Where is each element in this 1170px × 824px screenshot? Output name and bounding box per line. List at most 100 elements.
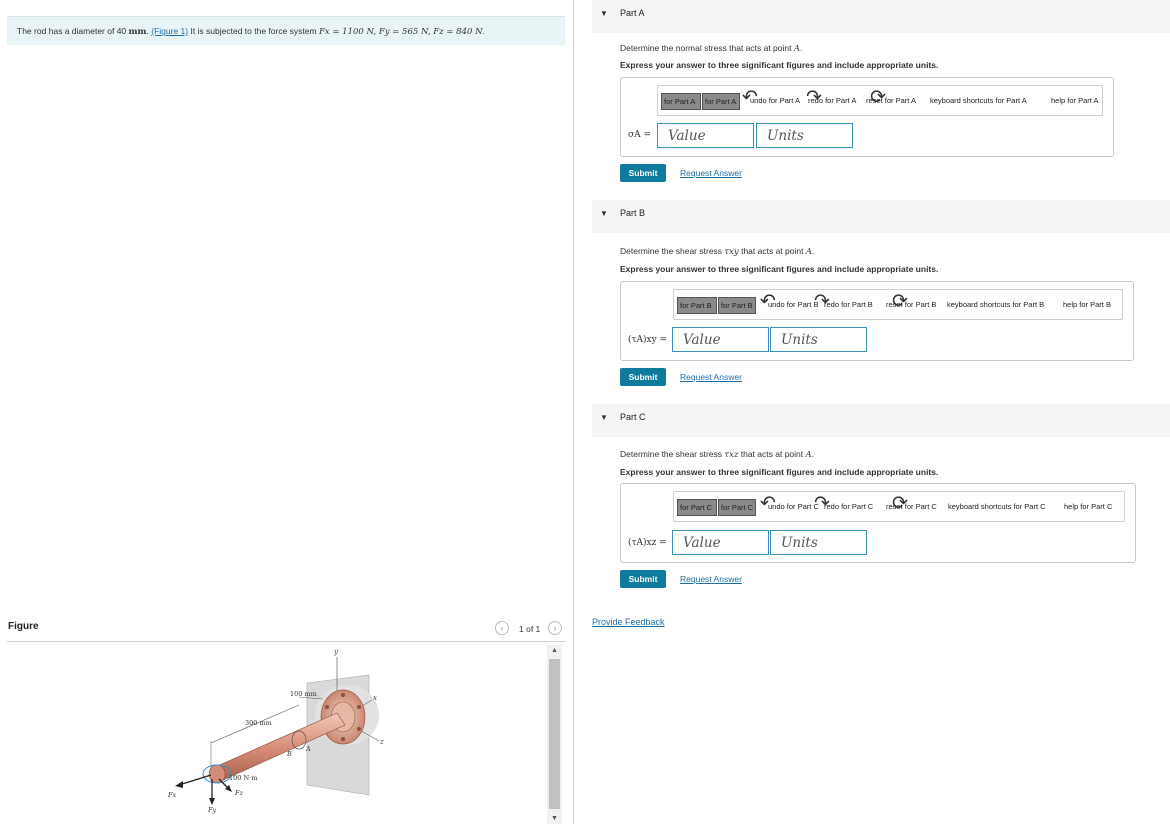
problem-text-1: The rod has a diameter of 40 <box>17 26 129 36</box>
help-button[interactable]: help for Part A <box>1051 96 1099 105</box>
part-b-toolbar: for Part B for Part B ↶ undo for Part B … <box>673 289 1123 320</box>
redo-button[interactable]: redo for Part A <box>808 96 856 105</box>
units-input[interactable] <box>770 530 867 555</box>
problem-text-end: . <box>482 26 485 36</box>
request-answer-link[interactable]: Request Answer <box>680 372 742 382</box>
part-c-answer-box: for Part C for Part C ↶ undo for Part C … <box>620 483 1136 563</box>
keyboard-shortcuts-button[interactable]: keyboard shortcuts for Part C <box>948 502 1046 511</box>
part-a-answer-box: for Part A for Part A ↶ undo for Part A … <box>620 77 1114 157</box>
figure-title: Figure <box>8 621 39 632</box>
next-figure-button[interactable]: › <box>548 621 562 635</box>
caret-down-icon: ▼ <box>600 9 608 18</box>
y-axis-label: y <box>333 648 339 656</box>
part-c-title: Part C <box>620 412 646 422</box>
figure-page-count: 1 of 1 <box>519 624 541 634</box>
force-values: Fx = 1100 N, Fy = 565 N, Fz = 840 N <box>318 27 483 37</box>
templates-button[interactable]: for Part A <box>661 93 701 110</box>
bolt <box>357 705 361 709</box>
part-c-question: Determine the shear stress τxz that acts… <box>620 449 814 460</box>
request-answer-link[interactable]: Request Answer <box>680 574 742 584</box>
value-input[interactable] <box>657 123 754 148</box>
chevron-right-icon: › <box>553 623 557 633</box>
submit-button[interactable]: Submit <box>620 164 666 182</box>
submit-button[interactable]: Submit <box>620 570 666 588</box>
part-a-toolbar: for Part A for Part A ↶ undo for Part A … <box>657 85 1103 116</box>
question-text: Determine the shear stress <box>620 246 725 256</box>
part-c-instruction: Express your answer to three significant… <box>620 467 939 477</box>
symbols-button[interactable]: for Part C <box>718 499 756 516</box>
reset-button[interactable]: reset for Part A <box>866 96 916 105</box>
part-a-instruction: Express your answer to three significant… <box>620 60 939 70</box>
redo-button[interactable]: redo for Part B <box>824 300 873 309</box>
scroll-down-icon[interactable]: ▼ <box>551 815 558 822</box>
answer-pane: ▼ Part A Determine the normal stress tha… <box>574 0 1170 824</box>
question-text: Determine the normal stress that acts at… <box>620 43 794 53</box>
problem-statement: The rod has a diameter of 40 mm. (Figure… <box>7 16 565 45</box>
force-fy-arrowhead <box>209 798 215 805</box>
figure-image: y x z 100 mm 300 mm 100 N·m A B Fx Fy Fz <box>7 645 545 824</box>
units-input[interactable] <box>770 327 867 352</box>
scroll-up-icon[interactable]: ▲ <box>551 647 558 654</box>
keyboard-shortcuts-button[interactable]: keyboard shortcuts for Part A <box>930 96 1027 105</box>
keyboard-shortcuts-button[interactable]: keyboard shortcuts for Part B <box>947 300 1044 309</box>
units-input[interactable] <box>756 123 853 148</box>
value-input[interactable] <box>672 327 769 352</box>
part-b-answer-box: for Part B for Part B ↶ undo for Part B … <box>620 281 1134 361</box>
question-end: . <box>811 246 815 256</box>
part-b-header[interactable]: ▼ Part B <box>592 200 1170 233</box>
request-answer-link[interactable]: Request Answer <box>680 168 742 178</box>
problem-text-2: It is subjected to the force system <box>188 26 319 36</box>
redo-button[interactable]: redo for Part C <box>824 502 873 511</box>
problem-pane: The rod has a diameter of 40 mm. (Figure… <box>0 0 572 824</box>
undo-button[interactable]: undo for Part A <box>750 96 800 105</box>
dimension-100-label: 100 mm <box>290 690 317 698</box>
reset-button[interactable]: reset for Part B <box>886 300 936 309</box>
force-fx-label: Fx <box>167 791 177 799</box>
provide-feedback-link[interactable]: Provide Feedback <box>592 617 665 627</box>
moment-label: 100 N·m <box>229 774 257 782</box>
part-c-header[interactable]: ▼ Part C <box>592 404 1170 437</box>
figure-scrollbar[interactable]: ▲ ▼ <box>547 645 562 824</box>
dimension-300-label: 300 mm <box>245 719 272 727</box>
point-b-label: B <box>286 750 292 758</box>
question-symbol: τxy <box>724 247 739 257</box>
undo-button[interactable]: undo for Part B <box>768 300 818 309</box>
z-axis-label: z <box>379 738 384 746</box>
templates-button[interactable]: for Part C <box>677 499 717 516</box>
submit-button[interactable]: Submit <box>620 368 666 386</box>
bolt <box>325 705 329 709</box>
symbols-button[interactable]: for Part A <box>702 93 740 110</box>
part-b-instruction: Express your answer to three significant… <box>620 264 939 274</box>
part-a-question: Determine the normal stress that acts at… <box>620 43 802 54</box>
bolt <box>341 737 345 741</box>
tau-xz-label: (τA)xz = <box>628 538 667 548</box>
diameter-unit: mm <box>128 27 147 37</box>
caret-down-icon: ▼ <box>600 209 608 218</box>
help-button[interactable]: help for Part C <box>1064 502 1112 511</box>
question-symbol: τxz <box>724 450 739 460</box>
part-b-title: Part B <box>620 208 646 218</box>
part-b-question: Determine the shear stress τxy that acts… <box>620 246 814 257</box>
reset-button[interactable]: reset for Part C <box>886 502 937 511</box>
rod-diagram: y x z 100 mm 300 mm 100 N·m A B Fx Fy Fz <box>167 648 384 814</box>
tau-xy-label: (τA)xy = <box>628 335 668 345</box>
question-text: Determine the shear stress <box>620 449 725 459</box>
question-text-mid: that acts at point <box>738 246 806 256</box>
bolt <box>341 693 345 697</box>
value-input[interactable] <box>672 530 769 555</box>
force-fz-label: Fz <box>234 789 244 797</box>
question-end: . <box>811 449 815 459</box>
caret-down-icon: ▼ <box>600 413 608 422</box>
symbols-button[interactable]: for Part B <box>718 297 756 314</box>
chevron-left-icon: ‹ <box>500 623 504 633</box>
sigma-a-label: σA = <box>628 130 652 140</box>
templates-button[interactable]: for Part B <box>677 297 717 314</box>
undo-button[interactable]: undo for Part C <box>768 502 819 511</box>
previous-figure-button[interactable]: ‹ <box>495 621 509 635</box>
part-a-header[interactable]: ▼ Part A <box>592 0 1170 33</box>
figure-link[interactable]: (Figure 1) <box>151 26 188 36</box>
part-a-title: Part A <box>620 8 645 18</box>
x-axis-label: x <box>373 694 377 702</box>
scroll-thumb[interactable] <box>549 659 560 809</box>
help-button[interactable]: help for Part B <box>1063 300 1111 309</box>
